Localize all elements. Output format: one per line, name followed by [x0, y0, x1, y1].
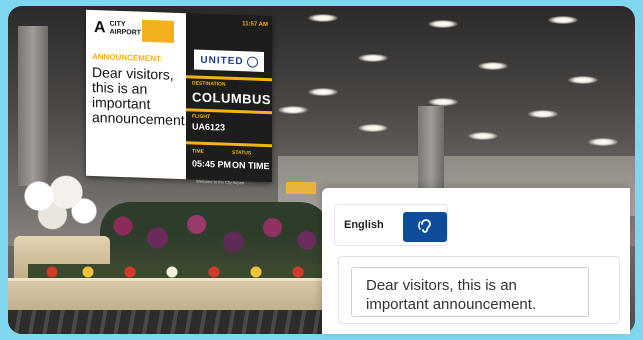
- departure-time: 05:45 PM: [192, 158, 232, 170]
- ceiling-light: [358, 54, 388, 62]
- translation-output: Dear visitors, this is an important anno…: [338, 256, 620, 324]
- ceiling-light: [278, 106, 308, 114]
- ceiling-light: [308, 88, 338, 96]
- language-label: English: [344, 219, 384, 231]
- flight-status: ON TIME: [232, 159, 270, 172]
- ceiling-light: [478, 62, 508, 70]
- ceiling-light: [568, 76, 598, 84]
- ceiling-light: [308, 14, 338, 22]
- orchids: [12, 166, 102, 241]
- pillar: [18, 26, 48, 186]
- time-label: TIME: [192, 148, 204, 155]
- ceiling-light: [548, 16, 578, 24]
- destination-label: DESTINATION: [192, 80, 226, 88]
- ear-icon: [418, 219, 431, 233]
- carousel-belt: [8, 310, 348, 334]
- announcement-text: Dear visitors, this is an important anno…: [92, 63, 189, 129]
- screen-flight-area: 11:57 AM UNITED DESTINATION COLUMBUS FLI…: [186, 13, 272, 182]
- language-selector[interactable]: English: [334, 204, 448, 246]
- globe-icon: [246, 55, 258, 68]
- airport-logo-icon: A: [94, 19, 106, 37]
- ceiling-light: [428, 20, 458, 28]
- destination: COLUMBUS: [192, 89, 272, 108]
- announcement-label: ANNOUNCEMENT:: [92, 51, 163, 64]
- translated-text: Dear visitors, this is an important anno…: [366, 277, 537, 313]
- ceiling-light: [528, 110, 558, 118]
- flight-number: UA6123: [192, 121, 226, 133]
- ceiling-light: [468, 132, 498, 140]
- listen-button[interactable]: [403, 212, 447, 242]
- flight-label: FLIGHT: [192, 113, 211, 121]
- airline-logo: UNITED: [194, 49, 264, 72]
- ceiling-light: [428, 98, 458, 106]
- display-screen: A CITY AIRPORT ANNOUNCEMENT: Dear visito…: [86, 9, 272, 185]
- divider: [186, 141, 272, 148]
- airline-name: UNITED: [200, 54, 244, 67]
- accent-bar: [142, 19, 174, 43]
- ceiling-light: [358, 124, 388, 132]
- clock: 11:57 AM: [242, 21, 268, 29]
- ceiling-light: [588, 138, 618, 146]
- kiosk-sign: [286, 182, 316, 194]
- translation-text-field: Dear visitors, this is an important anno…: [351, 267, 589, 317]
- translation-panel: English Dear visitors, this is an import…: [322, 188, 630, 334]
- screen-announcement-area: A CITY AIRPORT ANNOUNCEMENT: Dear visito…: [86, 9, 189, 180]
- status-label: STATUS: [232, 149, 252, 157]
